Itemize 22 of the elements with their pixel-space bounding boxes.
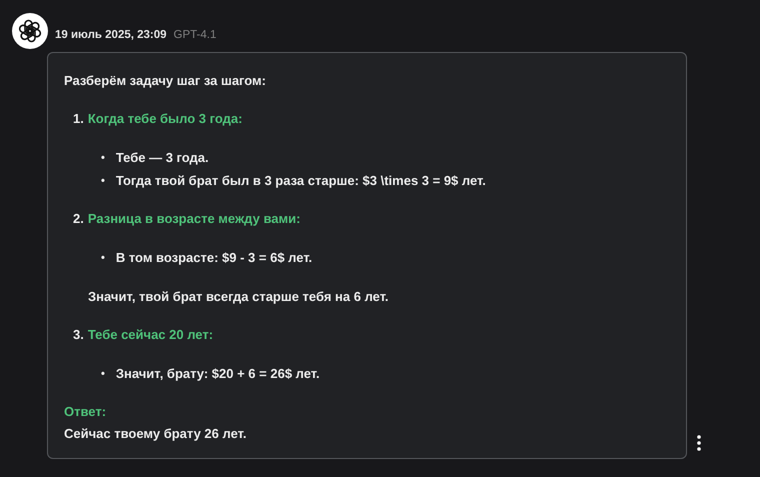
bullet-text: Тогда твой брат был в 3 раза старше: $3 \times 3 = 9$ лет. [116,173,486,189]
bullet-text: Тебе — 3 года. [116,150,209,166]
step-note: Значит, твой брат всегда старше тебя на 6 лет. [87,289,390,305]
answer-text: Сейчас твоему брату 26 лет. [64,426,248,442]
step-number: 2. [73,211,84,227]
bullet-text: Значит, брату: $20 + 6 = 26$ лет. [116,366,320,382]
bullet-mark: • [101,174,105,189]
bullet-mark: • [101,251,105,266]
more-options-icon[interactable] [697,435,701,451]
bullet-mark: • [101,367,105,382]
step-title: Когда тебе было 3 года: [88,111,242,127]
bullet-mark: • [101,151,105,166]
step-number: 3. [73,327,84,343]
bullet-text: В том возрасте: $9 - 3 = 6$ лет. [116,250,312,266]
step-title: Тебе сейчас 20 лет: [88,327,214,343]
assistant-avatar [12,13,48,49]
step-title: Разница в возрасте между вами: [88,211,300,227]
answer-label: Ответ: [64,404,108,420]
model-name: GPT-4.1 [174,29,216,41]
message-text: Разберём задачу шаг за шагом: [64,73,268,89]
message-timestamp: 19 июль 2025, 23:09 [55,29,167,41]
step-number: 1. [73,111,84,127]
